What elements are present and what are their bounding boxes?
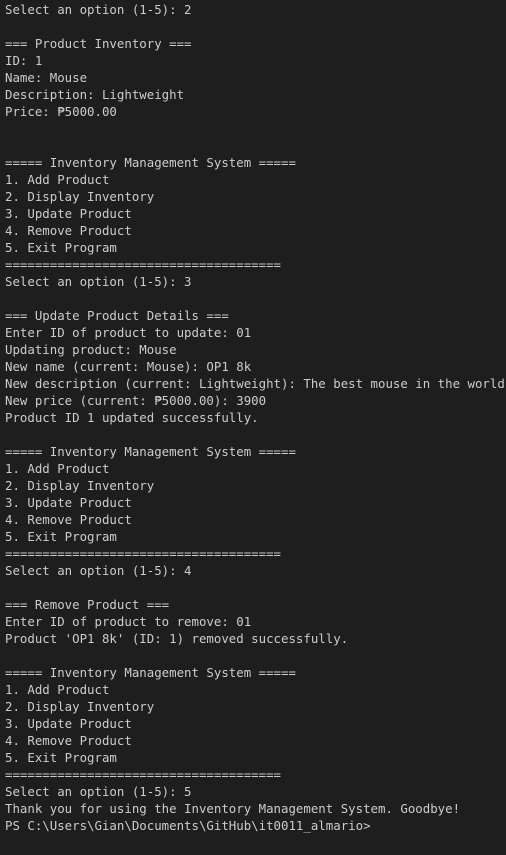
terminal-output[interactable]: Select an option (1-5): 2 === Product Inv… (0, 0, 506, 855)
terminal-line: 5. Exit Program (5, 750, 117, 765)
terminal-line: === Update Product Details === (5, 308, 229, 323)
terminal-line: 5. Exit Program (5, 240, 117, 255)
terminal-line: ===== Inventory Management System ===== (5, 155, 296, 170)
terminal-line: Select an option (1-5): 4 (5, 563, 192, 578)
terminal-line: 2. Display Inventory (5, 699, 155, 714)
terminal-line: ===== Inventory Management System ===== (5, 665, 296, 680)
terminal-line: Enter ID of product to remove: 01 (5, 614, 252, 629)
terminal-line: Product ID 1 updated successfully. (5, 410, 259, 425)
terminal-line: 1. Add Product (5, 461, 110, 476)
terminal-line: Enter ID of product to update: 01 (5, 325, 252, 340)
terminal-line: ===================================== (5, 767, 282, 782)
terminal-line: New price (current: ₱5000.00): 3900 (5, 393, 267, 408)
terminal-line: 2. Display Inventory (5, 189, 155, 204)
terminal-line: Updating product: Mouse (5, 342, 177, 357)
terminal-line: Price: ₱5000.00 (5, 104, 117, 119)
terminal-line: New name (current: Mouse): OP1 8k (5, 359, 252, 374)
terminal-line: === Product Inventory === (5, 36, 192, 51)
terminal-line: Select an option (1-5): 3 (5, 274, 192, 289)
terminal-line: ID: 1 (5, 53, 43, 68)
terminal-line: Description: Lightweight (5, 87, 185, 102)
terminal-line: PS C:\Users\Gian\Documents\GitHub\it0011… (5, 818, 371, 833)
terminal-line: 4. Remove Product (5, 223, 132, 238)
terminal-line: 1. Add Product (5, 682, 110, 697)
terminal-line: 3. Update Product (5, 716, 132, 731)
terminal-line: Select an option (1-5): 2 (5, 2, 192, 17)
terminal-line: Product 'OP1 8k' (ID: 1) removed success… (5, 631, 349, 646)
terminal-line: === Remove Product === (5, 597, 170, 612)
terminal-line: Name: Mouse (5, 70, 88, 85)
terminal-line: 4. Remove Product (5, 512, 132, 527)
terminal-line: ===================================== (5, 257, 282, 272)
terminal-line: New description (current: Lightweight): … (5, 376, 505, 391)
terminal-line: 2. Display Inventory (5, 478, 155, 493)
terminal-line: Select an option (1-5): 5 (5, 784, 192, 799)
terminal-line: 5. Exit Program (5, 529, 117, 544)
terminal-line: 3. Update Product (5, 206, 132, 221)
terminal-line: 1. Add Product (5, 172, 110, 187)
terminal-line: 4. Remove Product (5, 733, 132, 748)
terminal-line: 3. Update Product (5, 495, 132, 510)
terminal-line: Thank you for using the Inventory Manage… (5, 801, 461, 816)
terminal-line: ===================================== (5, 546, 282, 561)
terminal-line: ===== Inventory Management System ===== (5, 444, 296, 459)
